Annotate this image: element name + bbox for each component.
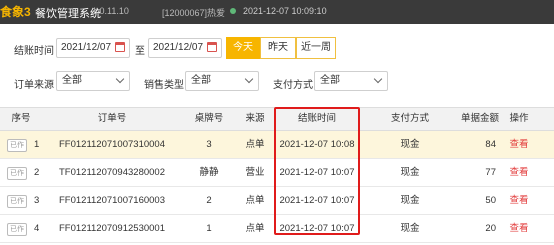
view-link[interactable]: 查看 [500,131,538,158]
header-seq: 序号 [11,113,31,124]
cell-seq: 2 [34,167,40,178]
app-logo: 食象3 [0,5,31,19]
settle-time-label: 结账时间 [14,46,54,57]
chevron-down-icon [115,74,125,84]
cell-amount: 20 [485,223,496,234]
status-badge: 已作 [7,223,27,236]
status-badge: 已作 [7,195,27,208]
today-button[interactable]: 今天 [226,37,260,59]
date-to-value: 2021/12/07 [153,42,204,53]
clock: 2021-12-07 10:09:10 [243,6,327,16]
header-source: 来源 [245,113,265,124]
cell-order-no: TF012112070943280002 [58,167,165,178]
cell-amount: 84 [485,139,496,150]
highlight-box [274,107,360,235]
date-range-separator: 至 [135,46,145,57]
order-source-select[interactable]: 全部 [56,71,130,91]
cell-pay-method: 现金 [400,139,420,150]
view-link[interactable]: 查看 [500,187,538,214]
header-action: 操作 [509,113,529,124]
store-name: [12000067]热爱 [162,8,226,18]
view-link[interactable]: 查看 [500,159,538,186]
cell-seq: 3 [34,195,40,206]
chevron-down-icon [244,74,254,84]
app-version: 1.0.11.10 [92,6,129,16]
date-from-input[interactable]: 2021/12/07 [56,38,130,58]
cell-pay-method: 现金 [400,167,420,178]
date-to-input[interactable]: 2021/12/07 [148,38,222,58]
header-pay-method: 支付方式 [390,113,429,124]
yesterday-button[interactable]: 昨天 [260,37,296,59]
title-bar: 食象3 餐饮管理系统 1.0.11.10 [12000067]热爱 2021-1… [0,0,554,24]
cell-table-no: 3 [206,139,212,150]
cell-amount: 77 [485,167,496,178]
order-source-value: 全部 [62,75,82,86]
pay-method-select[interactable]: 全部 [314,71,388,91]
cell-seq: 4 [34,223,40,234]
cell-order-no: FF012112071007310004 [58,139,165,150]
cell-source: 点单 [245,223,265,234]
calendar-icon[interactable] [207,42,217,52]
calendar-icon[interactable] [115,42,125,52]
sale-type-label: 销售类型 [144,80,184,91]
cell-source: 营业 [245,167,265,178]
pay-method-value: 全部 [320,75,340,86]
order-source-label: 订单来源 [14,80,54,91]
sale-type-value: 全部 [191,75,211,86]
cell-table-no: 2 [206,195,212,206]
cell-pay-method: 现金 [400,223,420,234]
cell-table-no: 静静 [199,167,219,178]
online-status-icon [230,8,236,14]
cell-order-no: FF012112070912530001 [58,223,165,234]
cell-table-no: 1 [206,223,212,234]
cell-seq: 1 [34,139,40,150]
header-order-no: 订单号 [97,113,127,124]
cell-source: 点单 [245,139,265,150]
view-link[interactable]: 查看 [500,215,538,242]
cell-order-no: FF012112071007160003 [58,195,165,206]
cell-source: 点单 [245,195,265,206]
chevron-down-icon [373,74,383,84]
last-week-button[interactable]: 近一周 [296,37,336,59]
sale-type-select[interactable]: 全部 [185,71,259,91]
date-from-value: 2021/12/07 [61,42,112,53]
status-badge: 已作 [7,167,27,180]
cell-pay-method: 现金 [400,195,420,206]
header-table-no: 桌牌号 [194,113,224,124]
header-amount: 单据金额 [460,113,499,124]
pay-method-label: 支付方式 [273,80,313,91]
status-badge: 已作 [7,139,27,152]
cell-amount: 50 [485,195,496,206]
